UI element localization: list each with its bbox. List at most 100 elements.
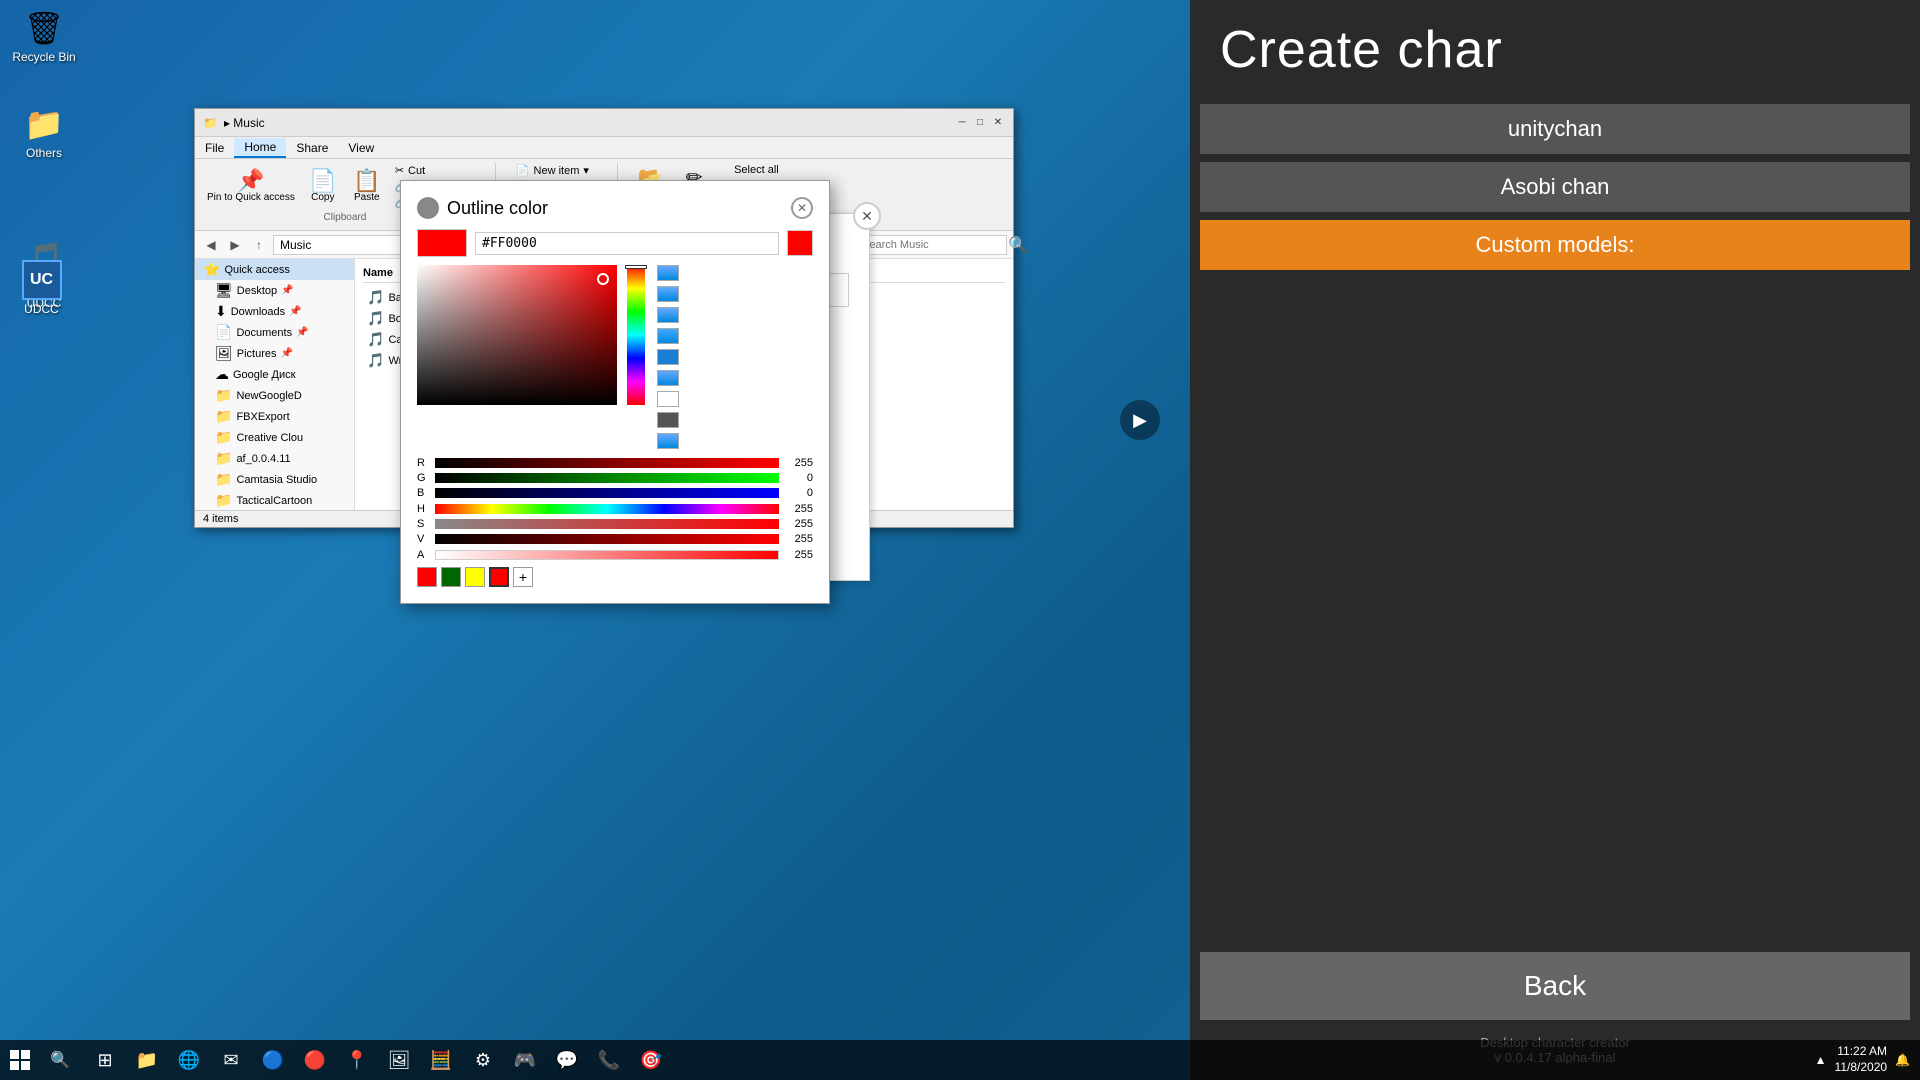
v-label: V — [417, 533, 429, 545]
swatch-red2[interactable] — [489, 567, 509, 587]
color-picker-title-row: Outline color ✕ — [417, 197, 813, 219]
sidebar-item-camtasia[interactable]: 📁 Camtasia Studio — [195, 469, 354, 490]
taskbar-unity2[interactable]: 🎯 — [631, 1040, 671, 1080]
right-slider-4[interactable] — [657, 328, 679, 344]
next-character-button[interactable]: ▶ — [1120, 400, 1160, 440]
taskbar-mail[interactable]: ✉ — [211, 1040, 251, 1080]
color-picker-close-button[interactable]: ✕ — [791, 197, 813, 219]
sidebar-item-tactical-cartoon[interactable]: 📁 TacticalCartoon — [195, 490, 354, 510]
clock: 11:22 AM 11/8/2020 — [1835, 1044, 1888, 1075]
taskbar-photos[interactable]: 🖼 — [379, 1040, 419, 1080]
s-slider-track[interactable] — [435, 519, 779, 529]
new-item-button[interactable]: 📄 New item ▾ — [512, 163, 609, 178]
swatch-green[interactable] — [441, 567, 461, 587]
right-slider-1[interactable] — [657, 265, 679, 281]
select-all-button[interactable]: Select all — [730, 163, 796, 177]
tactical-cartoon-label: TacticalCartoon — [236, 495, 312, 507]
sidebar-item-fbxexport[interactable]: 📁 FBXExport — [195, 406, 354, 427]
a-slider-row: A 255 — [417, 549, 813, 561]
r-slider-track[interactable] — [435, 458, 779, 468]
taskbar-ie[interactable]: 🔵 — [253, 1040, 293, 1080]
right-slider-3[interactable] — [657, 307, 679, 323]
g-label: G — [417, 472, 429, 484]
unitychan-button[interactable]: unitychan — [1200, 104, 1910, 154]
h-label: H — [417, 503, 429, 515]
taskbar-task-view[interactable]: ⊞ — [85, 1040, 125, 1080]
taskbar-maps[interactable]: 📍 — [337, 1040, 377, 1080]
taskbar-file-explorer[interactable]: 📁 — [127, 1040, 167, 1080]
h-slider-track[interactable] — [435, 504, 779, 514]
sidebar-item-pictures[interactable]: 🖼 Pictures 📌 — [195, 343, 354, 364]
sidebar-item-quick-access[interactable]: ⭐ Quick access — [195, 259, 354, 280]
swatch-red[interactable] — [417, 567, 437, 587]
taskbar-edge[interactable]: 🌐 — [169, 1040, 209, 1080]
menu-file[interactable]: File — [195, 139, 234, 157]
taskbar-search-button[interactable]: 🔍 — [40, 1040, 80, 1080]
b-label: B — [417, 487, 429, 499]
explorer-path-quick: ▸ Music — [224, 116, 265, 130]
forward-nav-button[interactable]: ▶ — [225, 235, 245, 255]
udcc-desktop-icon[interactable]: UC UDCC — [4, 260, 79, 316]
desktop-icon-recycle-bin[interactable]: 🗑 Recycle Bin — [4, 4, 84, 68]
search-input[interactable] — [862, 239, 1004, 251]
minimize-button[interactable]: ─ — [955, 116, 969, 130]
taskbar-discord[interactable]: 💬 — [547, 1040, 587, 1080]
search-bar[interactable]: 🔍 — [857, 235, 1007, 255]
newgoogled-label: NewGoogleD — [236, 390, 301, 402]
taskbar-skype[interactable]: 📞 — [589, 1040, 629, 1080]
clipboard-label: Clipboard — [324, 212, 367, 223]
color-swatch-preview[interactable] — [417, 229, 467, 257]
current-color-red-swatch — [787, 230, 813, 256]
pin-to-quick-button[interactable]: 📌 Pin to Quick access — [203, 168, 299, 205]
add-swatch-button[interactable]: + — [513, 567, 533, 587]
right-slider-7[interactable] — [657, 433, 679, 449]
swatch-yellow[interactable] — [465, 567, 485, 587]
paste-button[interactable]: 📋 Paste — [347, 168, 387, 205]
cut-button[interactable]: ✂ Cut — [391, 163, 487, 178]
a-value: 255 — [785, 549, 813, 561]
g-slider-track[interactable] — [435, 473, 779, 483]
sidebar-item-desktop[interactable]: 🖥 Desktop 📌 — [195, 280, 354, 301]
notification-button[interactable]: 🔔 — [1895, 1053, 1910, 1067]
taskbar-calculator[interactable]: 🧮 — [421, 1040, 461, 1080]
b-slider-row: B 0 — [417, 487, 813, 499]
sidebar-item-downloads[interactable]: ⬇ Downloads 📌 — [195, 301, 354, 322]
sidebar-item-documents[interactable]: 📄 Documents 📌 — [195, 322, 354, 343]
menu-share[interactable]: Share — [286, 139, 338, 157]
menu-view[interactable]: View — [338, 139, 384, 157]
taskbar-settings[interactable]: ⚙ — [463, 1040, 503, 1080]
time-display: 11:22 AM — [1835, 1044, 1888, 1060]
right-slider-5-active[interactable] — [657, 349, 679, 365]
taskbar-chrome[interactable]: 🔴 — [295, 1040, 335, 1080]
sidebar-item-creative-clou[interactable]: 📁 Creative Clou — [195, 427, 354, 448]
newgoogled-icon: 📁 — [215, 387, 232, 404]
v-slider-track[interactable] — [435, 534, 779, 544]
restore-button[interactable]: □ — [973, 116, 987, 130]
b-slider-track[interactable] — [435, 488, 779, 498]
asobi-chan-button[interactable]: Asobi chan — [1200, 162, 1910, 212]
hue-bar[interactable] — [627, 265, 645, 405]
shader-panel-close-button[interactable]: ✕ — [853, 202, 881, 230]
right-slider-6[interactable] — [657, 370, 679, 386]
taskbar-right-area: ▲ 11:22 AM 11/8/2020 🔔 — [1815, 1044, 1920, 1075]
right-slider-2[interactable] — [657, 286, 679, 302]
start-button[interactable] — [0, 1040, 40, 1080]
desktop-icon-others[interactable]: 📁 Others — [4, 100, 84, 164]
hex-input[interactable] — [475, 232, 779, 255]
documents-label: Documents — [236, 327, 292, 339]
up-nav-button[interactable]: ↑ — [249, 235, 269, 255]
back-button[interactable]: Back — [1200, 952, 1910, 1020]
sidebar-item-af0041[interactable]: 📁 af_0.0.4.11 — [195, 448, 354, 469]
custom-models-button[interactable]: Custom models: — [1200, 220, 1910, 270]
taskbar-unity[interactable]: 🎮 — [505, 1040, 545, 1080]
right-slider-dark[interactable] — [657, 412, 679, 428]
close-button[interactable]: ✕ — [991, 116, 1005, 130]
a-slider-track[interactable] — [435, 550, 779, 560]
sidebar-item-google-disk[interactable]: ☁ Google Диск — [195, 364, 354, 385]
back-nav-button[interactable]: ◀ — [201, 235, 221, 255]
sidebar-item-newgoogled[interactable]: 📁 NewGoogleD — [195, 385, 354, 406]
right-slider-white[interactable] — [657, 391, 679, 407]
gradient-picker[interactable] — [417, 265, 617, 405]
menu-home[interactable]: Home — [234, 138, 286, 158]
copy-button[interactable]: 📄 Copy — [303, 168, 343, 205]
